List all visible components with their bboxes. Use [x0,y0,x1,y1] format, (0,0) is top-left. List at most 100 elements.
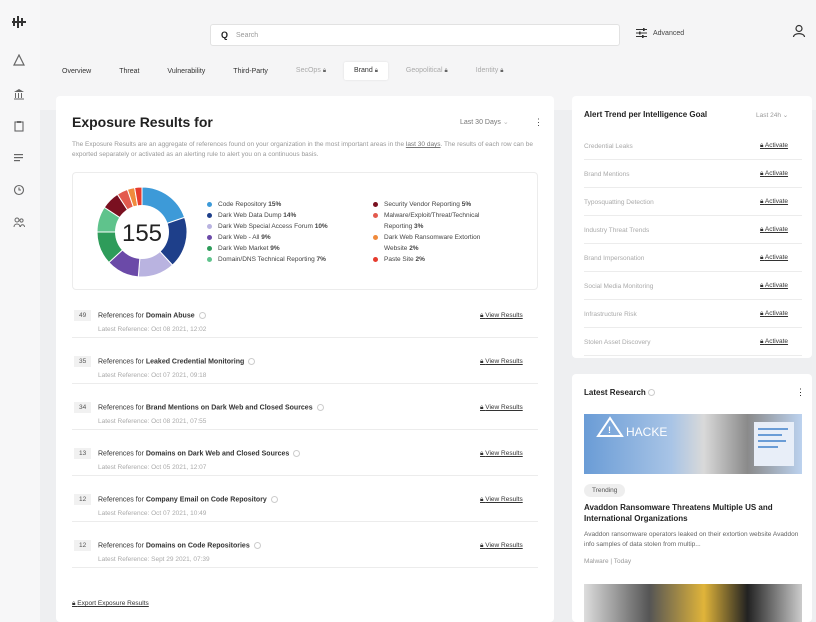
latest-research-panel: Latest Research ⋮ ! HACKE Trending Avadd… [572,374,812,622]
info-icon[interactable] [293,450,301,457]
tab-vulnerability[interactable]: Vulnerability [157,63,215,80]
legend-item-cont: Reporting [384,223,413,230]
legend-item: Malware/Exploit/Threat/Technical [373,210,523,221]
legend-item: Code Repository 15% [207,199,328,210]
alert-period-select[interactable]: Last 24h ⌄ [756,111,788,119]
view-results-button[interactable]: 🔒︎ View Results [480,496,523,504]
research-image[interactable]: ! HACKE [584,414,802,474]
research-image-2[interactable] [584,584,802,622]
lock-icon: 🔒︎ [322,68,327,74]
research-summary: Avaddon ransomware operators leaked on t… [584,531,799,548]
view-results-button[interactable]: 🔒︎ View Results [480,542,523,550]
goal-label: Typosquatting Detection [584,199,654,206]
goal-label: Stolen Asset Discovery [584,339,651,346]
reference-count: 35 [74,356,92,367]
legend-item: Dark Web Ransomware Extortion [373,232,523,243]
goal-label: Industry Threat Trends [584,227,650,234]
trending-tag[interactable]: Trending [584,484,626,497]
activate-button[interactable]: 🔒︎ Activate [760,310,788,318]
tab-threat[interactable]: Threat [109,63,149,80]
more-icon[interactable]: ⋮ [534,117,543,128]
activate-button[interactable]: 🔒︎ Activate [760,142,788,150]
reference-count: 12 [74,540,92,551]
legend-dot [207,213,212,218]
activate-button[interactable]: 🔒︎ Activate [760,226,788,234]
activate-button[interactable]: 🔒︎ Activate [760,282,788,290]
top-bar: Q Search Advanced Overview Threat Vulnerab… [40,0,816,110]
exposure-donut: 155 [96,186,188,278]
view-results-button[interactable]: 🔒︎ View Results [480,358,523,366]
legend-dot [207,257,212,262]
legend-left: Code Repository 15% Dark Web Data Dump 14… [207,199,328,265]
legend-item-cont: Website [384,245,408,252]
activate-button[interactable]: 🔒︎ Activate [760,170,788,178]
sliders-icon [636,28,647,38]
table-row: 49 References for Domain Abuse Latest Re… [72,302,538,338]
activate-button[interactable]: 🔒︎ Activate [760,254,788,262]
page-title: Exposure Results for [72,114,213,130]
goal-label: Brand Mentions [584,171,630,178]
tab-third-party[interactable]: Third-Party [223,63,278,80]
view-results-button[interactable]: 🔒︎ View Results [480,312,523,320]
activate-button[interactable]: 🔒︎ Activate [760,198,788,206]
tab-overview[interactable]: Overview [52,63,101,80]
search-icon: Q [221,30,229,40]
icon-rail [0,0,40,622]
more-icon[interactable]: ⋮ [796,387,805,398]
clock-icon[interactable] [8,180,30,200]
tab-brand[interactable]: Brand 🔒︎ [344,62,388,80]
bank-icon[interactable] [8,84,30,104]
info-icon[interactable] [198,312,206,319]
goal-label: Infrastructure Risk [584,311,637,318]
view-results-button[interactable]: 🔒︎ View Results [480,450,523,458]
svg-text:!: ! [608,425,611,435]
table-row: 35 References for Leaked Credential Moni… [72,348,538,384]
latest-reference: Latest Reference: Oct 08 2021, 12:02 [98,326,207,333]
donut-card: 155 Code Repository 15% Dark Web Data Dum… [72,172,538,290]
info-icon[interactable] [270,496,278,503]
info-icon[interactable] [248,358,256,365]
info-icon [648,389,656,397]
latest-reference: Latest Reference: Oct 07 2021, 09:18 [98,372,207,379]
tab-bar: Overview Threat Vulnerability Third-Party Se… [52,62,521,80]
users-icon[interactable] [8,212,30,232]
legend-dot [373,257,378,262]
tab-secops[interactable]: SecOps 🔒︎ [286,62,336,80]
period-select[interactable]: Last 30 Days ⌄ [460,118,509,126]
list-item: Brand Impersonation 🔒︎ Activate [584,244,802,272]
row-title: References for Company Email on Code Rep… [98,496,278,503]
row-title: References for Domains on Dark Web and C… [98,450,301,457]
lock-icon: 🔒︎ [374,68,378,74]
list-icon[interactable] [8,148,30,168]
clipboard-icon[interactable] [8,116,30,136]
search-box[interactable]: Q Search [210,24,620,46]
exposure-results-panel: Exposure Results for Last 30 Days ⌄ ⋮ Th… [56,96,554,622]
research-headline[interactable]: Avaddon Ransomware Threatens Multiple US… [584,502,802,524]
export-results-link[interactable]: 🔒︎ Export Exposure Results [72,600,149,608]
latest-research-title: Latest Research [584,388,656,397]
last-30-days-link[interactable]: last 30 days [406,141,441,148]
reference-count: 12 [74,494,92,505]
search-input[interactable]: Search [236,32,258,39]
view-results-button[interactable]: 🔒︎ View Results [480,404,523,412]
alert-icon[interactable] [8,50,30,70]
tab-geopolitical[interactable]: Geopolitical 🔒︎ [396,62,458,80]
activate-button[interactable]: 🔒︎ Activate [760,338,788,346]
logo-icon[interactable] [8,12,30,32]
info-icon[interactable] [253,542,261,549]
tab-identity[interactable]: Identity 🔒︎ [466,62,514,80]
advanced-button[interactable]: Advanced [636,28,684,38]
reference-count: 34 [74,402,92,413]
goal-label: Credential Leaks [584,143,633,150]
row-title: References for Leaked Credential Monitor… [98,358,256,365]
legend-item: Dark Web Special Access Forum 10% [207,221,328,232]
lock-icon: 🔒︎ [444,68,448,74]
latest-reference: Latest Reference: Oct 07 2021, 10:49 [98,510,207,517]
latest-reference: Latest Reference: Oct 08 2021, 07:55 [98,418,207,425]
user-icon[interactable] [792,24,806,41]
info-icon[interactable] [316,404,324,411]
row-title: References for Brand Mentions on Dark We… [98,404,324,411]
legend-dot [373,202,378,207]
alert-trend-panel: Alert Trend per Intelligence Goal Last 2… [572,96,812,358]
row-title: References for Domains on Code Repositor… [98,542,261,549]
